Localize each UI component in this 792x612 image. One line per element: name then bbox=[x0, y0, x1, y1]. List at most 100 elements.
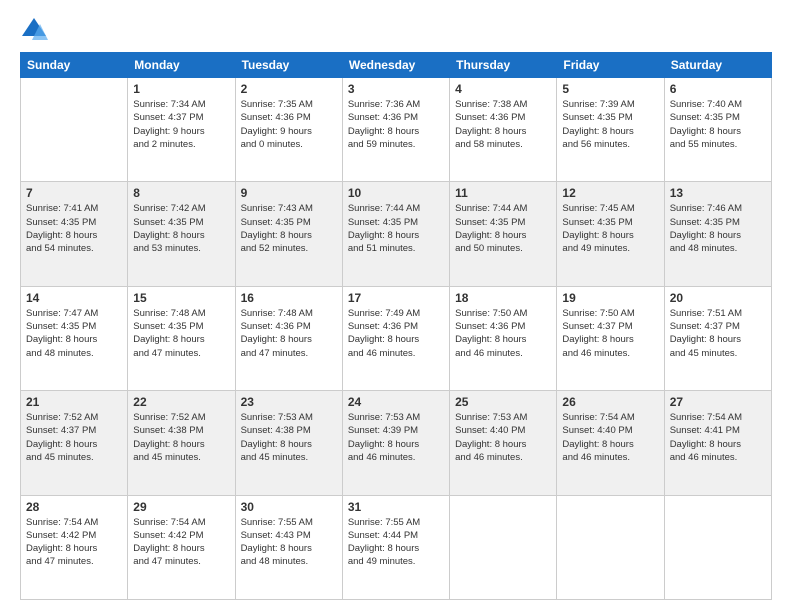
day-info: Sunrise: 7:54 AMSunset: 4:40 PMDaylight:… bbox=[562, 411, 658, 464]
calendar-week-row: 7 Sunrise: 7:41 AMSunset: 4:35 PMDaylight… bbox=[21, 182, 772, 286]
day-info: Sunrise: 7:52 AMSunset: 4:38 PMDaylight:… bbox=[133, 411, 229, 464]
calendar-table: SundayMondayTuesdayWednesdayThursdayFrid… bbox=[20, 52, 772, 600]
day-info: Sunrise: 7:44 AMSunset: 4:35 PMDaylight:… bbox=[455, 202, 551, 255]
day-number: 3 bbox=[348, 82, 444, 96]
day-number: 7 bbox=[26, 186, 122, 200]
day-number: 17 bbox=[348, 291, 444, 305]
weekday-header: Saturday bbox=[664, 53, 771, 78]
calendar-cell: 24 Sunrise: 7:53 AMSunset: 4:39 PMDayligh… bbox=[342, 391, 449, 495]
calendar-cell bbox=[664, 495, 771, 599]
day-number: 8 bbox=[133, 186, 229, 200]
calendar-cell: 26 Sunrise: 7:54 AMSunset: 4:40 PMDayligh… bbox=[557, 391, 664, 495]
calendar-cell: 13 Sunrise: 7:46 AMSunset: 4:35 PMDayligh… bbox=[664, 182, 771, 286]
day-number: 25 bbox=[455, 395, 551, 409]
day-info: Sunrise: 7:49 AMSunset: 4:36 PMDaylight:… bbox=[348, 307, 444, 360]
calendar-cell: 31 Sunrise: 7:55 AMSunset: 4:44 PMDayligh… bbox=[342, 495, 449, 599]
day-info: Sunrise: 7:48 AMSunset: 4:36 PMDaylight:… bbox=[241, 307, 337, 360]
day-number: 27 bbox=[670, 395, 766, 409]
calendar-cell: 12 Sunrise: 7:45 AMSunset: 4:35 PMDayligh… bbox=[557, 182, 664, 286]
header bbox=[20, 16, 772, 44]
day-info: Sunrise: 7:54 AMSunset: 4:42 PMDaylight:… bbox=[133, 516, 229, 569]
header-row: SundayMondayTuesdayWednesdayThursdayFrid… bbox=[21, 53, 772, 78]
day-number: 24 bbox=[348, 395, 444, 409]
day-number: 20 bbox=[670, 291, 766, 305]
calendar-cell: 20 Sunrise: 7:51 AMSunset: 4:37 PMDayligh… bbox=[664, 286, 771, 390]
day-number: 23 bbox=[241, 395, 337, 409]
calendar-cell: 10 Sunrise: 7:44 AMSunset: 4:35 PMDayligh… bbox=[342, 182, 449, 286]
day-number: 28 bbox=[26, 500, 122, 514]
day-info: Sunrise: 7:41 AMSunset: 4:35 PMDaylight:… bbox=[26, 202, 122, 255]
calendar-cell: 6 Sunrise: 7:40 AMSunset: 4:35 PMDaylight… bbox=[664, 78, 771, 182]
day-number: 22 bbox=[133, 395, 229, 409]
day-info: Sunrise: 7:45 AMSunset: 4:35 PMDaylight:… bbox=[562, 202, 658, 255]
day-number: 11 bbox=[455, 186, 551, 200]
day-number: 14 bbox=[26, 291, 122, 305]
calendar-cell: 17 Sunrise: 7:49 AMSunset: 4:36 PMDayligh… bbox=[342, 286, 449, 390]
day-info: Sunrise: 7:38 AMSunset: 4:36 PMDaylight:… bbox=[455, 98, 551, 151]
calendar-cell: 14 Sunrise: 7:47 AMSunset: 4:35 PMDayligh… bbox=[21, 286, 128, 390]
day-info: Sunrise: 7:44 AMSunset: 4:35 PMDaylight:… bbox=[348, 202, 444, 255]
day-number: 4 bbox=[455, 82, 551, 96]
day-info: Sunrise: 7:46 AMSunset: 4:35 PMDaylight:… bbox=[670, 202, 766, 255]
day-info: Sunrise: 7:55 AMSunset: 4:44 PMDaylight:… bbox=[348, 516, 444, 569]
day-number: 1 bbox=[133, 82, 229, 96]
day-number: 9 bbox=[241, 186, 337, 200]
calendar-week-row: 28 Sunrise: 7:54 AMSunset: 4:42 PMDayligh… bbox=[21, 495, 772, 599]
calendar-cell: 22 Sunrise: 7:52 AMSunset: 4:38 PMDayligh… bbox=[128, 391, 235, 495]
day-info: Sunrise: 7:53 AMSunset: 4:38 PMDaylight:… bbox=[241, 411, 337, 464]
logo-icon bbox=[20, 16, 48, 44]
day-number: 2 bbox=[241, 82, 337, 96]
calendar-cell bbox=[450, 495, 557, 599]
weekday-header: Tuesday bbox=[235, 53, 342, 78]
day-number: 16 bbox=[241, 291, 337, 305]
calendar-cell: 16 Sunrise: 7:48 AMSunset: 4:36 PMDayligh… bbox=[235, 286, 342, 390]
day-number: 31 bbox=[348, 500, 444, 514]
day-number: 26 bbox=[562, 395, 658, 409]
calendar-week-row: 14 Sunrise: 7:47 AMSunset: 4:35 PMDayligh… bbox=[21, 286, 772, 390]
day-number: 6 bbox=[670, 82, 766, 96]
calendar-cell: 18 Sunrise: 7:50 AMSunset: 4:36 PMDayligh… bbox=[450, 286, 557, 390]
day-info: Sunrise: 7:40 AMSunset: 4:35 PMDaylight:… bbox=[670, 98, 766, 151]
calendar-week-row: 1 Sunrise: 7:34 AMSunset: 4:37 PMDaylight… bbox=[21, 78, 772, 182]
day-info: Sunrise: 7:50 AMSunset: 4:37 PMDaylight:… bbox=[562, 307, 658, 360]
day-number: 10 bbox=[348, 186, 444, 200]
day-number: 30 bbox=[241, 500, 337, 514]
calendar-cell: 21 Sunrise: 7:52 AMSunset: 4:37 PMDayligh… bbox=[21, 391, 128, 495]
calendar-cell bbox=[557, 495, 664, 599]
day-number: 18 bbox=[455, 291, 551, 305]
day-info: Sunrise: 7:43 AMSunset: 4:35 PMDaylight:… bbox=[241, 202, 337, 255]
calendar-cell: 23 Sunrise: 7:53 AMSunset: 4:38 PMDayligh… bbox=[235, 391, 342, 495]
day-info: Sunrise: 7:51 AMSunset: 4:37 PMDaylight:… bbox=[670, 307, 766, 360]
day-number: 19 bbox=[562, 291, 658, 305]
day-info: Sunrise: 7:47 AMSunset: 4:35 PMDaylight:… bbox=[26, 307, 122, 360]
calendar-cell: 25Sunrise: 7:53 AMSunset: 4:40 PMDayligh… bbox=[450, 391, 557, 495]
day-number: 15 bbox=[133, 291, 229, 305]
day-info: Sunrise: 7:34 AMSunset: 4:37 PMDaylight:… bbox=[133, 98, 229, 151]
day-info: Sunrise: 7:39 AMSunset: 4:35 PMDaylight:… bbox=[562, 98, 658, 151]
day-info: Sunrise: 7:55 AMSunset: 4:43 PMDaylight:… bbox=[241, 516, 337, 569]
weekday-header: Thursday bbox=[450, 53, 557, 78]
day-info: Sunrise: 7:52 AMSunset: 4:37 PMDaylight:… bbox=[26, 411, 122, 464]
day-info: Sunrise: 7:50 AMSunset: 4:36 PMDaylight:… bbox=[455, 307, 551, 360]
logo bbox=[20, 16, 52, 44]
calendar-week-row: 21 Sunrise: 7:52 AMSunset: 4:37 PMDayligh… bbox=[21, 391, 772, 495]
weekday-header: Wednesday bbox=[342, 53, 449, 78]
calendar-cell: 9 Sunrise: 7:43 AMSunset: 4:35 PMDaylight… bbox=[235, 182, 342, 286]
day-number: 13 bbox=[670, 186, 766, 200]
calendar-cell: 11 Sunrise: 7:44 AMSunset: 4:35 PMDayligh… bbox=[450, 182, 557, 286]
calendar-cell: 7 Sunrise: 7:41 AMSunset: 4:35 PMDaylight… bbox=[21, 182, 128, 286]
calendar-cell bbox=[21, 78, 128, 182]
day-number: 21 bbox=[26, 395, 122, 409]
day-info: Sunrise: 7:54 AMSunset: 4:42 PMDaylight:… bbox=[26, 516, 122, 569]
calendar-cell: 28 Sunrise: 7:54 AMSunset: 4:42 PMDayligh… bbox=[21, 495, 128, 599]
day-info: Sunrise: 7:35 AMSunset: 4:36 PMDaylight:… bbox=[241, 98, 337, 151]
calendar-cell: 4 Sunrise: 7:38 AMSunset: 4:36 PMDaylight… bbox=[450, 78, 557, 182]
weekday-header: Friday bbox=[557, 53, 664, 78]
day-number: 12 bbox=[562, 186, 658, 200]
calendar-cell: 5Sunrise: 7:39 AMSunset: 4:35 PMDaylight… bbox=[557, 78, 664, 182]
day-info: Sunrise: 7:53 AMSunset: 4:39 PMDaylight:… bbox=[348, 411, 444, 464]
calendar-cell: 27Sunrise: 7:54 AMSunset: 4:41 PMDayligh… bbox=[664, 391, 771, 495]
calendar-cell: 15Sunrise: 7:48 AMSunset: 4:35 PMDayligh… bbox=[128, 286, 235, 390]
weekday-header: Sunday bbox=[21, 53, 128, 78]
calendar-cell: 1 Sunrise: 7:34 AMSunset: 4:37 PMDaylight… bbox=[128, 78, 235, 182]
